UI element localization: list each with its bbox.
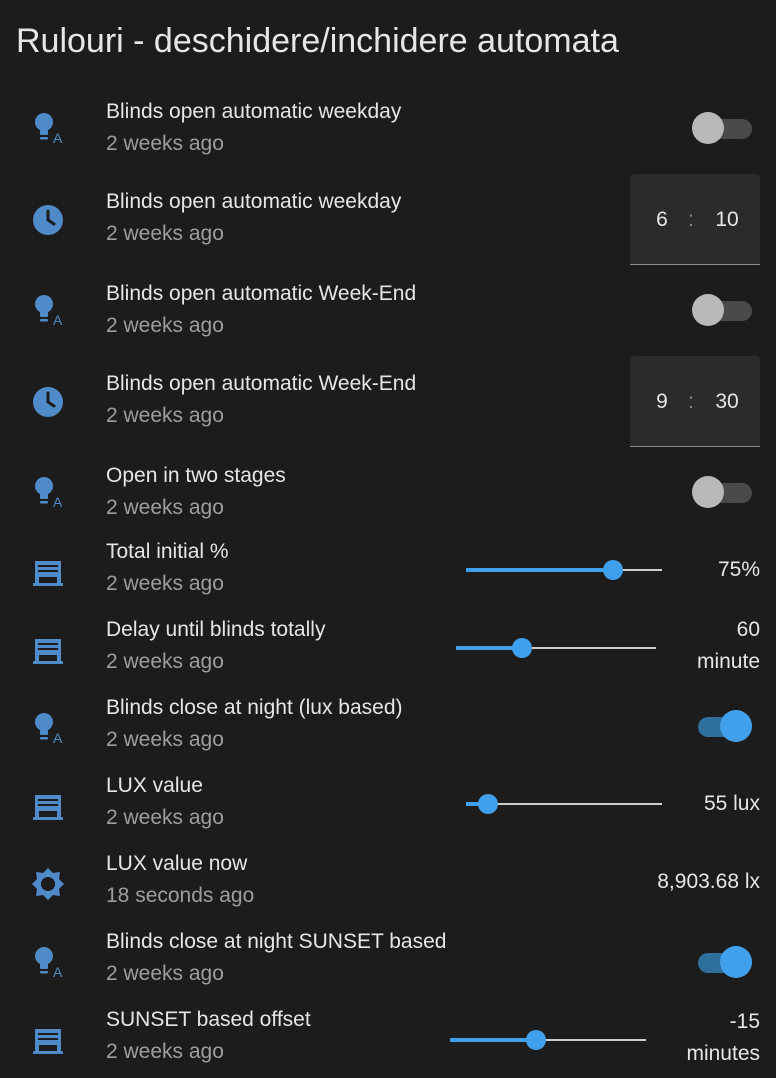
brightness-icon bbox=[28, 864, 68, 904]
slider-value: 75% bbox=[717, 558, 760, 581]
slider-thumb[interactable] bbox=[526, 1030, 547, 1050]
window-shutter-icon bbox=[28, 630, 68, 670]
entity-name: Blinds open automatic Week-End bbox=[106, 282, 417, 305]
toggle-switch[interactable] bbox=[692, 474, 754, 510]
slider-value: -15 bbox=[729, 1010, 760, 1033]
toggle-switch[interactable] bbox=[692, 708, 754, 744]
entity-row-delay-until-blinds: Delay until blinds totally 2 weeks ago 6… bbox=[0, 614, 776, 692]
time-input[interactable]: 6 : 10 bbox=[630, 174, 760, 265]
robot-bulb-icon: A bbox=[28, 108, 68, 148]
entity-row-lux-value: LUX value 2 weeks ago 55 lux bbox=[0, 770, 776, 848]
clock-icon bbox=[28, 200, 68, 240]
slider-unit: minutes bbox=[686, 1042, 760, 1065]
last-changed: 2 weeks ago bbox=[106, 496, 224, 519]
entity-name: Blinds close at night (lux based) bbox=[106, 696, 403, 719]
svg-text:A: A bbox=[53, 130, 63, 146]
entity-name: LUX value bbox=[106, 774, 203, 797]
clock-icon bbox=[28, 382, 68, 422]
slider-value: 55 lux bbox=[703, 792, 760, 815]
hour-field[interactable]: 6 bbox=[640, 208, 684, 232]
entity-row-lux-value-now[interactable]: LUX value now 18 seconds ago 8,903.68 lx bbox=[0, 848, 776, 926]
value-slider[interactable] bbox=[466, 792, 662, 816]
last-changed: 2 weeks ago bbox=[106, 1040, 224, 1063]
robot-bulb-icon: A bbox=[28, 290, 68, 330]
entity-row-weekend-time: Blinds open automatic Week-End 2 weeks a… bbox=[0, 354, 776, 450]
entity-name: Blinds open automatic weekday bbox=[106, 100, 402, 123]
toggle-knob bbox=[720, 946, 752, 978]
entity-row-close-night-sunset[interactable]: A Blinds close at night SUNSET based 2 w… bbox=[0, 926, 776, 1004]
slider-fill bbox=[466, 568, 613, 572]
slider-value: 60 bbox=[736, 618, 760, 641]
time-separator: : bbox=[688, 390, 694, 413]
toggle-knob bbox=[720, 710, 752, 742]
entity-row-open-two-stages[interactable]: A Open in two stages 2 weeks ago bbox=[0, 456, 776, 536]
toggle-switch[interactable] bbox=[692, 292, 754, 328]
slider-thumb[interactable] bbox=[603, 560, 623, 580]
time-input[interactable]: 9 : 30 bbox=[630, 356, 760, 447]
last-changed: 2 weeks ago bbox=[106, 132, 224, 155]
time-separator: : bbox=[688, 208, 694, 231]
value-slider[interactable] bbox=[456, 636, 656, 660]
toggle-knob bbox=[692, 476, 724, 508]
sensor-state: 8,903.68 lx bbox=[657, 870, 760, 893]
hour-field[interactable]: 9 bbox=[640, 390, 684, 414]
window-shutter-icon bbox=[28, 1020, 68, 1060]
last-changed: 2 weeks ago bbox=[106, 728, 224, 751]
value-slider[interactable] bbox=[450, 1028, 646, 1052]
toggle-switch[interactable] bbox=[692, 944, 754, 980]
last-changed: 2 weeks ago bbox=[106, 572, 224, 595]
robot-bulb-icon: A bbox=[28, 472, 68, 512]
toggle-knob bbox=[692, 112, 724, 144]
entity-row-total-initial: Total initial % 2 weeks ago 75% bbox=[0, 536, 776, 614]
toggle-switch[interactable] bbox=[692, 110, 754, 146]
robot-bulb-icon: A bbox=[28, 708, 68, 748]
entity-row-close-night-lux[interactable]: A Blinds close at night (lux based) 2 we… bbox=[0, 692, 776, 770]
toggle-knob bbox=[692, 294, 724, 326]
svg-text:A: A bbox=[53, 730, 63, 746]
last-changed: 2 weeks ago bbox=[106, 314, 224, 337]
robot-bulb-icon: A bbox=[28, 942, 68, 982]
last-changed: 18 seconds ago bbox=[106, 884, 255, 907]
value-slider[interactable] bbox=[466, 558, 662, 582]
entity-name: Blinds open automatic Week-End bbox=[106, 372, 417, 395]
entity-name: Blinds open automatic weekday bbox=[106, 190, 402, 213]
entity-row-blinds-open-weekend[interactable]: A Blinds open automatic Week-End 2 weeks… bbox=[0, 274, 776, 354]
svg-text:A: A bbox=[53, 964, 63, 980]
last-changed: 2 weeks ago bbox=[106, 404, 224, 427]
minute-field[interactable]: 10 bbox=[702, 208, 752, 232]
svg-text:A: A bbox=[53, 494, 63, 510]
window-shutter-icon bbox=[28, 786, 68, 826]
minute-field[interactable]: 30 bbox=[702, 390, 752, 414]
entity-name: LUX value now bbox=[106, 852, 248, 875]
entity-row-blinds-open-weekday[interactable]: A Blinds open automatic weekday 2 weeks … bbox=[0, 92, 776, 172]
slider-fill bbox=[450, 1038, 537, 1042]
entity-row-weekday-time: Blinds open automatic weekday 2 weeks ag… bbox=[0, 172, 776, 268]
last-changed: 2 weeks ago bbox=[106, 962, 224, 985]
entity-name: Total initial % bbox=[106, 540, 229, 563]
last-changed: 2 weeks ago bbox=[106, 650, 224, 673]
svg-text:A: A bbox=[53, 312, 63, 328]
last-changed: 2 weeks ago bbox=[106, 222, 224, 245]
entity-name: SUNSET based offset bbox=[106, 1008, 311, 1031]
slider-thumb[interactable] bbox=[512, 638, 532, 658]
entity-name: Open in two stages bbox=[106, 464, 286, 487]
entity-name: Delay until blinds totally bbox=[106, 618, 326, 641]
entity-name: Blinds close at night SUNSET based bbox=[106, 930, 447, 953]
last-changed: 2 weeks ago bbox=[106, 806, 224, 829]
slider-thumb[interactable] bbox=[477, 794, 498, 814]
card-title: Rulouri - deschidere/inchidere automata bbox=[16, 22, 619, 60]
entity-row-sunset-offset: SUNSET based offset 2 weeks ago -15 minu… bbox=[0, 1004, 776, 1078]
window-shutter-icon bbox=[28, 552, 68, 592]
slider-unit: minute bbox=[696, 650, 760, 673]
